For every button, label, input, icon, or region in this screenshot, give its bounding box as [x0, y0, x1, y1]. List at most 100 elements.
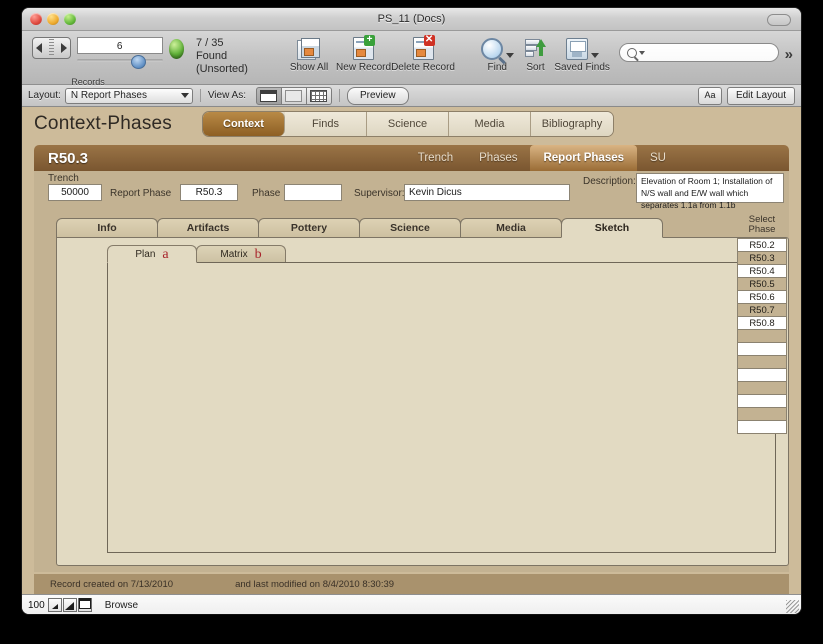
record-tab-phases[interactable]: Phases [466, 145, 530, 171]
subtab-plan[interactable]: Plan a [107, 245, 197, 263]
new-record-button[interactable]: + New Record [336, 34, 392, 74]
tab-sketch[interactable]: Sketch [561, 218, 663, 238]
show-all-button[interactable]: Show All [282, 34, 336, 73]
supervisor-field[interactable]: Kevin Dicus [404, 184, 570, 201]
record-status-indicator [168, 39, 184, 59]
sort-button[interactable]: Sort [518, 34, 554, 73]
saved-finds-dropdown-caret-icon[interactable] [590, 53, 599, 58]
zoom-in-button[interactable] [62, 598, 77, 612]
list-view-icon [285, 89, 303, 102]
text-format-button[interactable]: Aa [697, 86, 722, 105]
toggle-status-area-button[interactable] [77, 598, 92, 612]
saved-finds-button[interactable]: Saved Finds [554, 34, 611, 73]
zoom-level: 100 [28, 599, 45, 611]
select-phase-item[interactable] [737, 381, 787, 395]
mode-label: Browse [104, 599, 139, 611]
show-all-label: Show All [289, 62, 329, 73]
record-tab-su[interactable]: SU [637, 145, 679, 171]
trench-field[interactable]: 50000 [48, 184, 102, 201]
preview-button[interactable]: Preview [346, 86, 409, 105]
select-phase-item[interactable]: R50.2 [737, 238, 787, 252]
zoom-button[interactable] [64, 13, 76, 25]
main-tab-bar: Info Artifacts Pottery Science Media Ske… [56, 218, 663, 238]
book-spine-icon [48, 39, 54, 57]
view-list-button[interactable] [281, 86, 307, 105]
search-field[interactable] [618, 43, 779, 62]
subtab-matrix[interactable]: Matrix b [196, 245, 286, 263]
edit-layout-button[interactable]: Edit Layout [726, 86, 795, 105]
saved-finds-icon [565, 38, 588, 60]
delete-record-button[interactable]: ✕ Delete Record [391, 34, 455, 74]
tab-context[interactable]: Context [203, 112, 285, 136]
layout-select[interactable]: N Report Phases [64, 87, 193, 104]
select-phase-item[interactable] [737, 420, 787, 434]
report-phase-label: Report Phase [110, 188, 172, 199]
annotation-b: b [254, 247, 262, 262]
found-set-info: 7 / 35 Found (Unsorted) [196, 37, 262, 76]
view-as-group [255, 86, 332, 105]
record-tab-trench[interactable]: Trench [405, 145, 466, 171]
tab-pottery[interactable]: Pottery [258, 218, 360, 237]
table-view-icon [310, 89, 328, 102]
record-header-bar: R50.3 Trench Phases Report Phases SU [34, 145, 789, 171]
tab-science[interactable]: Science [367, 112, 449, 136]
record-number-field[interactable]: 6 [76, 37, 163, 54]
select-phase-item[interactable]: R50.6 [737, 290, 787, 304]
sort-label: Sort [526, 62, 545, 73]
saved-finds-label: Saved Finds [554, 62, 610, 73]
tab-media-sub[interactable]: Media [460, 218, 562, 237]
select-phase-item[interactable] [737, 394, 787, 408]
form-view-icon [260, 89, 278, 102]
description-field[interactable]: Elevation of Room 1; Installation of N/S… [636, 173, 784, 210]
find-dropdown-caret-icon[interactable] [505, 53, 514, 58]
close-button[interactable] [30, 13, 42, 25]
select-phase-item[interactable] [737, 329, 787, 343]
tab-bibliography[interactable]: Bibliography [531, 112, 613, 136]
tab-science-sub[interactable]: Science [359, 218, 461, 237]
view-form-button[interactable] [255, 86, 282, 105]
tab-info[interactable]: Info [56, 218, 158, 237]
tab-artifacts[interactable]: Artifacts [157, 218, 259, 237]
filemaker-toolbar: 6 7 / 35 Found (Unsorted) Records Show A… [22, 31, 801, 87]
select-phase-item[interactable] [737, 407, 787, 421]
toolbar-overflow-button[interactable]: » [785, 46, 793, 63]
layout-label: Layout: [28, 90, 61, 101]
record-footer: Record created on 7/13/2010 and last mod… [34, 574, 789, 594]
description-label: Description: [583, 176, 636, 187]
search-input[interactable] [648, 46, 773, 59]
sketch-tab-body: Plan a Matrix b [56, 237, 789, 566]
select-phase-item[interactable]: R50.7 [737, 303, 787, 317]
zoom-out-button[interactable] [47, 598, 62, 612]
view-table-button[interactable] [306, 86, 332, 105]
select-phase-header: Select Phase [737, 215, 787, 235]
report-phase-field[interactable]: R50.3 [180, 184, 238, 201]
records-navigator: 6 7 / 35 Found (Unsorted) Records [32, 34, 262, 87]
find-button[interactable]: Find [477, 34, 518, 73]
previous-record-icon[interactable] [36, 43, 42, 53]
select-phase-item[interactable]: R50.3 [737, 251, 787, 265]
tab-media[interactable]: Media [449, 112, 531, 136]
toolbar-collapse-button[interactable] [767, 14, 791, 26]
record-tab-report-phases[interactable]: Report Phases [530, 145, 638, 171]
record-slider[interactable] [76, 55, 163, 69]
divider [338, 89, 340, 102]
record-nav-tabs: Trench Phases Report Phases SU [405, 145, 679, 171]
select-phase-item[interactable]: R50.5 [737, 277, 787, 291]
tab-finds[interactable]: Finds [285, 112, 367, 136]
next-record-icon[interactable] [60, 43, 67, 53]
window-resize-grip[interactable] [786, 600, 799, 613]
select-phase-item[interactable]: R50.4 [737, 264, 787, 278]
select-phase-item[interactable] [737, 342, 787, 356]
records-caption: Records [71, 77, 105, 87]
record-slider-thumb[interactable] [130, 55, 146, 69]
select-phase-item[interactable] [737, 368, 787, 382]
minimize-button[interactable] [47, 13, 59, 25]
phase-field[interactable] [284, 184, 342, 201]
new-record-label: New Record [336, 62, 392, 73]
select-phase-item[interactable]: R50.8 [737, 316, 787, 330]
record-book-control[interactable] [32, 37, 71, 59]
search-options-caret-icon[interactable] [638, 50, 645, 55]
select-phase-item[interactable] [737, 355, 787, 369]
sketch-canvas-container[interactable] [107, 262, 776, 553]
status-area-icon [78, 598, 91, 609]
